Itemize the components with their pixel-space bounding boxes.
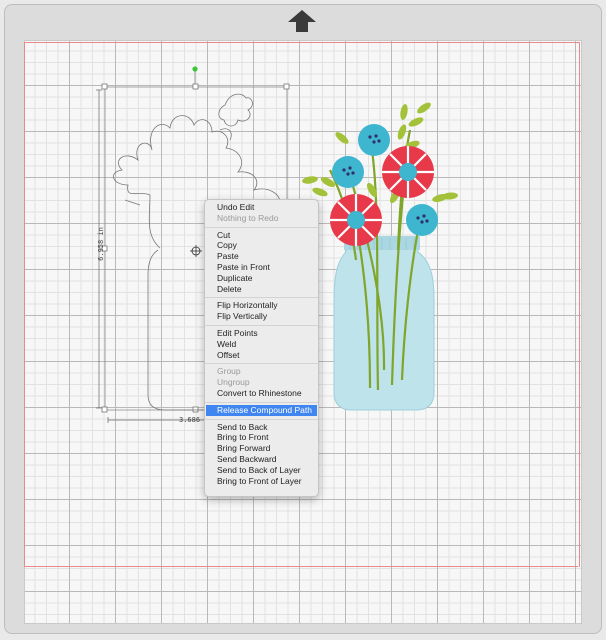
menu-item-send-backward[interactable]: Send Backward bbox=[205, 454, 318, 465]
menu-item-send-to-back[interactable]: Send to Back bbox=[205, 422, 318, 433]
menu-item-cut[interactable]: Cut bbox=[205, 230, 318, 241]
up-arrow-icon[interactable] bbox=[286, 9, 318, 33]
menu-item-release-compound-path[interactable]: Release Compound Path bbox=[206, 404, 317, 416]
context-menu: Undo Edit Nothing to Redo Cut Copy Paste Past… bbox=[204, 199, 319, 497]
menu-item-copy[interactable]: Copy bbox=[205, 240, 318, 251]
menu-item-convert-to-rhinestone[interactable]: Convert to Rhinestone bbox=[205, 388, 318, 399]
menu-item-flip-horizontally[interactable]: Flip Horizontally bbox=[205, 300, 318, 311]
cut-area-bottom-border bbox=[24, 566, 578, 567]
menu-separator bbox=[205, 324, 318, 326]
menu-item-edit-points[interactable]: Edit Points bbox=[205, 328, 318, 339]
menu-separator bbox=[205, 226, 318, 228]
menu-item-ungroup: Ungroup bbox=[217, 377, 250, 388]
menu-item-duplicate[interactable]: Duplicate bbox=[205, 273, 318, 284]
menu-item-undo-edit[interactable]: Undo Edit bbox=[205, 202, 318, 213]
menu-item-paste[interactable]: Paste bbox=[205, 251, 318, 262]
menu-item-nothing-to-redo: Nothing to Redo bbox=[217, 212, 279, 223]
height-dimension-label: 6.958 in bbox=[96, 227, 105, 261]
menu-separator bbox=[205, 401, 318, 403]
menu-separator bbox=[205, 363, 318, 365]
menu-item-group: Group bbox=[217, 366, 241, 377]
menu-item-send-to-back-of-layer[interactable]: Send to Back of Layer bbox=[205, 465, 318, 476]
menu-item-bring-forward[interactable]: Bring Forward bbox=[205, 443, 318, 454]
menu-item-flip-vertically[interactable]: Flip Vertically bbox=[205, 311, 318, 322]
menu-separator bbox=[205, 418, 318, 420]
menu-item-delete[interactable]: Delete bbox=[205, 284, 318, 295]
menu-separator bbox=[205, 297, 318, 299]
menu-item-bring-to-front[interactable]: Bring to Front bbox=[205, 432, 318, 443]
menu-item-offset[interactable]: Offset bbox=[205, 350, 318, 361]
menu-item-paste-in-front[interactable]: Paste in Front bbox=[205, 262, 318, 273]
menu-item-weld[interactable]: Weld bbox=[205, 339, 318, 350]
width-dimension-label: 3.686 bbox=[179, 416, 201, 424]
menu-item-bring-to-front-of-layer[interactable]: Bring to Front of Layer bbox=[205, 476, 318, 487]
